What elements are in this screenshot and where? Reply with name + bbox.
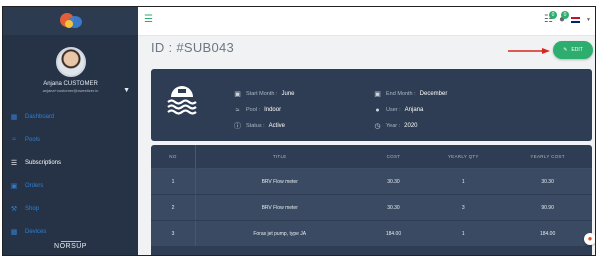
dashboard-icon: ▦ [10,113,18,121]
user-label: User : [386,107,401,113]
calendar-icon: ▣ [374,91,381,98]
pencil-icon: ✎ [563,47,568,53]
info-column-right: ▣ End Month : December ● User : Anjana ◷… [373,86,447,134]
start-month-row: ▣ Start Month : June [233,86,295,102]
top-bar: ☰ ☷ 0 ● 0 ▼ [138,7,595,36]
edit-button-label: EDIT [571,47,583,53]
sidebar-item-pools[interactable]: ≈ Pools [3,128,138,151]
column-header-no[interactable]: NO [151,145,196,168]
sidebar-footer-logo: NORSUP [3,241,138,255]
orders-icon: ▣ [10,182,18,190]
language-flag-icon[interactable] [571,16,581,23]
sidebar-item-label: Subscriptions [25,159,62,166]
end-month-row: ▣ End Month : December [373,86,447,102]
cart-badge: 0 [549,11,557,19]
end-month-label: End Month : [386,91,416,97]
pool-label: Pool : [246,107,261,113]
sidebar-item-shop[interactable]: ⚒ Shop [3,197,138,220]
sidebar-menu: ▦ Dashboard ≈ Pools ☰ Subscriptions ▣ Or… [3,105,138,243]
column-header-yearly-cost[interactable]: YEARLY COST [503,154,592,159]
sidebar-item-subscriptions[interactable]: ☰ Subscriptions [3,151,138,174]
avatar [55,47,86,77]
sidebar-item-dashboard[interactable]: ▦ Dashboard [3,105,138,128]
items-table: NO TITLE COST YEARLY QTY YEARLY COST 1 B… [151,145,592,255]
cell-yearly-cost: 90.90 [541,204,554,211]
table-row[interactable]: 1 BRV Flow meter 30.30 1 30.30 [151,169,592,195]
cell-cost: 30.30 [387,178,400,185]
year-value: 2020 [404,123,418,129]
table-row[interactable]: 2 BRV Flow meter 30.30 3 90.90 [151,195,592,221]
cell-yearly-cost: 184.00 [539,230,556,237]
sidebar-item-label: Dashboard [25,113,55,120]
sidebar-item-label: Shop [25,205,40,212]
profile-email: anjana+customer@sweetizer.in [42,88,99,93]
user-icon: ● [375,106,380,114]
hamburger-menu-icon[interactable]: ☰ [144,14,153,25]
cell-no: 2 [151,195,196,220]
cell-yearly-qty: 1 [461,178,465,185]
swimmer-icon: ≈ [235,106,240,114]
sidebar-item-label: Pools [25,136,41,143]
cell-no: 1 [151,169,196,194]
column-header-yearly-qty[interactable]: YEARLY QTY [423,154,503,159]
footer-brand: NORSUP [54,243,87,250]
profile-name: Anjana CUSTOMER [43,81,98,87]
status-value: Active [268,123,285,129]
user-profile[interactable]: Anjana CUSTOMER anjana+customer@sweetize… [3,35,138,94]
top-icons: ☷ 0 ● 0 ▼ [544,11,591,25]
start-month-label: Start Month : [246,91,278,97]
cell-title: BRV Flow meter [261,204,298,211]
table-header: NO TITLE COST YEARLY QTY YEARLY COST [151,145,592,169]
calendar-icon: ▣ [234,91,241,98]
cell-cost: 184.00 [385,230,402,237]
pool-icon: ≈ [12,136,16,143]
arrow-annotation-icon [508,48,550,54]
sidebar-item-devices[interactable]: ▩ Devices [3,220,138,243]
page-title: ID : #SUB043 [151,40,235,55]
cart-icon[interactable]: ☷ 0 [544,11,557,25]
user-badge: 0 [561,11,570,19]
logo-bar [3,7,138,35]
cell-title: BRV Flow meter [261,178,298,185]
chevron-down-icon[interactable]: ▼ [586,17,591,23]
year-row: ◷ Year : 2020 [373,118,447,134]
pool-value: Indoor [264,107,282,113]
cell-no: 3 [151,221,196,246]
status-row: ⓘ Status : Active [233,118,295,134]
status-label: Status : [246,123,265,129]
user-value: Anjana [404,107,424,113]
user-row: ● User : Anjana [373,102,447,118]
chevron-down-icon[interactable]: ▼ [123,87,130,94]
pool-row: ≈ Pool : Indoor [233,102,295,118]
cell-yearly-qty: 3 [461,204,465,211]
subscription-info-card: ▣ Start Month : June ≈ Pool : Indoor ⓘ S… [151,69,592,141]
sidebar-item-label: Devices [25,228,47,235]
cell-yearly-cost: 30.30 [541,178,554,185]
sidebar: Anjana CUSTOMER anjana+customer@sweetize… [3,7,138,255]
subscriptions-icon: ☰ [10,159,18,167]
year-label: Year : [386,123,401,129]
cell-yearly-qty: 1 [461,230,465,237]
devices-icon: ▩ [10,228,18,236]
clock-icon: ◷ [374,123,381,130]
info-column-left: ▣ Start Month : June ≈ Pool : Indoor ⓘ S… [233,86,295,134]
sidebar-item-orders[interactable]: ▣ Orders [3,174,138,197]
edit-button[interactable]: ✎ EDIT [553,41,593,59]
chat-widget-icon[interactable]: ● [584,233,595,245]
cell-title: Foras jet pump, type JA [253,230,307,237]
main-content: ☰ ☷ 0 ● 0 ▼ ID : #SUB043 ✎ EDIT ▣ Start … [138,7,595,255]
table-row[interactable]: 3 Foras jet pump, type JA 184.00 1 184.0… [151,221,592,247]
info-icon: ⓘ [234,123,241,130]
column-header-cost[interactable]: COST [364,154,424,159]
swimming-pool-icon [167,86,197,115]
cell-cost: 30.30 [387,204,400,211]
column-header-title[interactable]: TITLE [196,154,364,159]
shop-icon: ⚒ [10,205,18,213]
end-month-value: December [419,91,448,97]
brand-logo[interactable] [58,11,84,31]
app-window: Anjana CUSTOMER anjana+customer@sweetize… [2,6,596,256]
sidebar-item-label: Orders [25,182,44,189]
start-month-value: June [281,91,295,97]
user-icon[interactable]: ● 0 [559,11,570,25]
